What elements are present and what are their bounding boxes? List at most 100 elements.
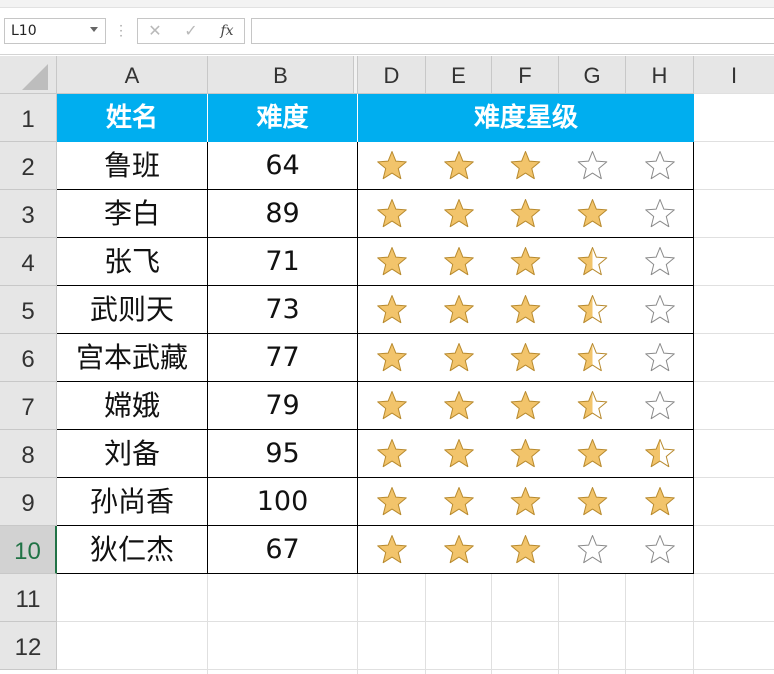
difficulty-cell[interactable]: 71: [208, 238, 358, 286]
difficulty-cell[interactable]: 67: [208, 526, 358, 574]
star-cell[interactable]: [626, 142, 694, 190]
star-cell[interactable]: [492, 334, 559, 382]
chevron-down-icon[interactable]: [90, 27, 98, 32]
star-icon: [444, 199, 474, 228]
star-cell[interactable]: [492, 238, 559, 286]
name-cell[interactable]: 嫦娥: [57, 382, 208, 430]
row-header-3[interactable]: 3: [0, 190, 57, 238]
column-header-h[interactable]: H: [626, 56, 694, 94]
column-header-d[interactable]: D: [358, 56, 426, 94]
star-cell[interactable]: [492, 142, 559, 190]
difficulty-cell[interactable]: 89: [208, 190, 358, 238]
star-cell[interactable]: [426, 142, 492, 190]
star-cell[interactable]: [559, 430, 626, 478]
name-cell[interactable]: 宫本武藏: [57, 334, 208, 382]
star-cell[interactable]: [426, 238, 492, 286]
column-header-a[interactable]: A: [57, 56, 208, 94]
star-cell[interactable]: [358, 190, 426, 238]
column-header-b[interactable]: B: [208, 56, 354, 94]
column-header-e[interactable]: E: [426, 56, 492, 94]
name-cell[interactable]: 刘备: [57, 430, 208, 478]
select-all-triangle-icon: [22, 64, 48, 90]
star-cell[interactable]: [559, 190, 626, 238]
column-header-g[interactable]: G: [559, 56, 626, 94]
row-header-9[interactable]: 9: [0, 478, 57, 526]
star-cell[interactable]: [358, 334, 426, 382]
star-cell[interactable]: [559, 142, 626, 190]
star-cell[interactable]: [426, 382, 492, 430]
star-cell[interactable]: [626, 526, 694, 574]
star-cell[interactable]: [426, 190, 492, 238]
star-icon: [444, 295, 474, 324]
name-cell[interactable]: 狄仁杰: [57, 526, 208, 574]
insert-function-icon[interactable]: fx: [210, 19, 244, 43]
star-cell[interactable]: [426, 478, 492, 526]
name-cell[interactable]: 武则天: [57, 286, 208, 334]
row-header-11[interactable]: 11: [0, 574, 57, 622]
star-cell[interactable]: [358, 430, 426, 478]
cancel-icon[interactable]: ✕: [138, 19, 172, 43]
star-icon: [645, 151, 675, 180]
star-cell[interactable]: [492, 286, 559, 334]
star-cell[interactable]: [492, 526, 559, 574]
star-cell[interactable]: [358, 286, 426, 334]
star-icon: [444, 151, 474, 180]
star-cell[interactable]: [559, 526, 626, 574]
formula-input[interactable]: [251, 18, 774, 44]
star-cell[interactable]: [559, 334, 626, 382]
star-cell[interactable]: [358, 526, 426, 574]
star-cell[interactable]: [559, 478, 626, 526]
header-name-cell[interactable]: 姓名: [57, 94, 208, 142]
column-header-i[interactable]: I: [694, 56, 774, 94]
difficulty-cell[interactable]: 79: [208, 382, 358, 430]
row-header-8[interactable]: 8: [0, 430, 57, 478]
star-cell[interactable]: [626, 238, 694, 286]
star-cell[interactable]: [626, 382, 694, 430]
star-cell[interactable]: [626, 190, 694, 238]
star-cell[interactable]: [492, 478, 559, 526]
star-cell[interactable]: [358, 382, 426, 430]
formula-bar-grip[interactable]: · · ·: [119, 20, 123, 42]
star-cell[interactable]: [426, 526, 492, 574]
star-cell[interactable]: [358, 238, 426, 286]
hidden-column-c[interactable]: [354, 56, 358, 94]
row-header-5[interactable]: 5: [0, 286, 57, 334]
star-cell[interactable]: [426, 334, 492, 382]
row-header-2[interactable]: 2: [0, 142, 57, 190]
star-cell[interactable]: [626, 334, 694, 382]
difficulty-cell[interactable]: 73: [208, 286, 358, 334]
star-cell[interactable]: [626, 286, 694, 334]
name-cell[interactable]: 张飞: [57, 238, 208, 286]
star-cell[interactable]: [358, 478, 426, 526]
star-cell[interactable]: [492, 382, 559, 430]
row-header-1[interactable]: 1: [0, 94, 57, 142]
row-header-10[interactable]: 10: [0, 526, 57, 574]
star-cell[interactable]: [426, 430, 492, 478]
star-cell[interactable]: [492, 190, 559, 238]
name-cell[interactable]: 李白: [57, 190, 208, 238]
star-cell[interactable]: [559, 382, 626, 430]
row-header-7[interactable]: 7: [0, 382, 57, 430]
header-difficulty-cell[interactable]: 难度: [208, 94, 358, 142]
difficulty-cell[interactable]: 95: [208, 430, 358, 478]
enter-icon[interactable]: ✓: [174, 19, 208, 43]
star-cell[interactable]: [492, 430, 559, 478]
star-cell[interactable]: [559, 286, 626, 334]
gridline: [357, 574, 358, 674]
spreadsheet-grid[interactable]: ABDEFGHI 1 2 3 4 5 6 7 8 9 10 11 12 姓名 难度 难度星级 鲁班 64 李白 8…: [0, 56, 774, 674]
row-header-6[interactable]: 6: [0, 334, 57, 382]
header-stars-cell[interactable]: 难度星级: [358, 94, 694, 142]
star-cell[interactable]: [426, 286, 492, 334]
difficulty-cell[interactable]: 100: [208, 478, 358, 526]
difficulty-cell[interactable]: 64: [208, 142, 358, 190]
star-cell[interactable]: [626, 478, 694, 526]
star-cell[interactable]: [626, 430, 694, 478]
difficulty-cell[interactable]: 77: [208, 334, 358, 382]
row-header-12[interactable]: 12: [0, 622, 57, 670]
name-cell[interactable]: 孙尚香: [57, 478, 208, 526]
row-header-4[interactable]: 4: [0, 238, 57, 286]
name-cell[interactable]: 鲁班: [57, 142, 208, 190]
star-cell[interactable]: [559, 238, 626, 286]
star-cell[interactable]: [358, 142, 426, 190]
column-header-f[interactable]: F: [492, 56, 559, 94]
